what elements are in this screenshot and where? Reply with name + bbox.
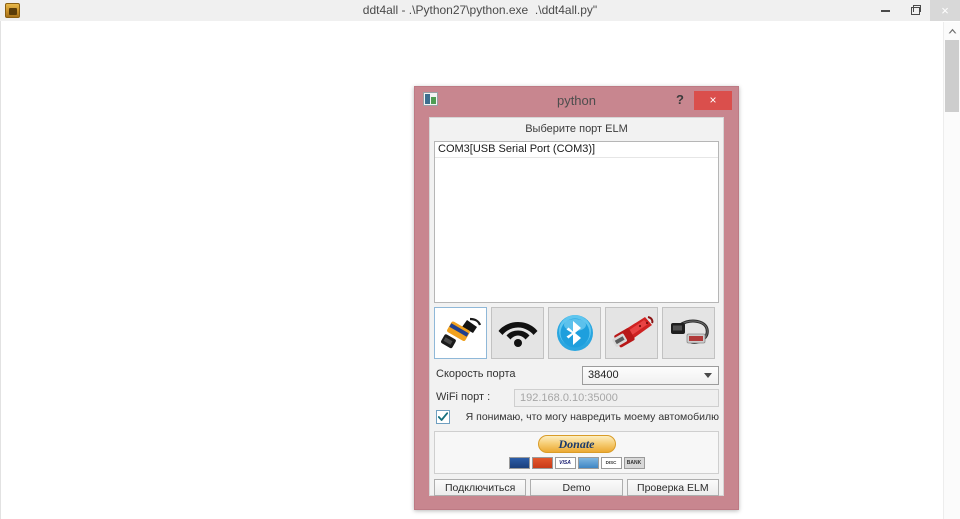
connect-button[interactable]: Подключиться [434, 479, 527, 496]
amex-badge [577, 457, 599, 469]
scroll-up-button[interactable] [944, 22, 960, 39]
check-elm-button[interactable]: Проверка ELM [626, 479, 719, 496]
agreement-row: Я понимаю, что могу навредить моему авто… [434, 410, 719, 428]
help-button[interactable]: ? [669, 89, 691, 111]
select-port-label: Выберите порт ELM [525, 123, 628, 135]
restore-icon [910, 4, 921, 15]
wifi-port-label: WiFi порт : [436, 391, 491, 403]
port-speed-value: 38400 [588, 369, 619, 381]
maestro-badge [531, 457, 553, 469]
mastercard-badge [508, 457, 530, 469]
gray-cable-icon [670, 319, 709, 344]
donate-panel: Donate VISA DISC BANK [434, 431, 719, 474]
python-dialog: python ? × Выберите порт ELM COM3[USB Se… [414, 86, 739, 510]
adapter-gray-cable-button[interactable] [662, 307, 715, 359]
adapter-red-cable-button[interactable] [605, 307, 658, 359]
dialog-body: Выберите порт ELM COM3[USB Serial Port (… [429, 117, 724, 496]
port-speed-select[interactable]: 38400 [582, 366, 719, 385]
adapter-wifi-button[interactable] [491, 307, 544, 359]
discover-badge: DISC [600, 457, 622, 469]
agreement-label: Я понимаю, что могу навредить моему авто… [465, 411, 719, 423]
dialog-button-row: Подключиться Demo Проверка ELM [434, 479, 719, 496]
restore-button[interactable] [900, 0, 930, 21]
donate-button[interactable]: Donate [537, 435, 616, 453]
main-window-title: ddt4all - .\Python27\python.exe .\ddt4al… [362, 3, 598, 17]
wifi-port-input[interactable]: 192.168.0.10:35000 [514, 389, 719, 407]
red-elm-cable-icon [611, 316, 653, 348]
usb-elm-adapter-icon [440, 317, 481, 349]
dialog-titlebar: python ? × [415, 87, 738, 113]
demo-button[interactable]: Demo [530, 479, 623, 496]
elm-port-list[interactable]: COM3[USB Serial Port (COM3)] [434, 141, 719, 303]
port-speed-label: Скорость порта [436, 368, 516, 380]
wifi-icon [498, 322, 537, 347]
adapter-bluetooth-button[interactable] [548, 307, 601, 359]
main-window-titlebar: ddt4all - .\Python27\python.exe .\ddt4al… [0, 0, 960, 22]
chevron-up-icon [948, 28, 956, 33]
bluetooth-icon [556, 315, 593, 351]
wifi-port-row: WiFi порт : 192.168.0.10:35000 [434, 389, 719, 407]
scrollbar-thumb[interactable] [945, 40, 959, 112]
payment-methods-row: VISA DISC BANK [508, 457, 645, 469]
visa-badge: VISA [554, 457, 576, 469]
list-item[interactable]: COM3[USB Serial Port (COM3)] [435, 142, 718, 158]
minimize-button[interactable] [870, 0, 900, 21]
screen: ddt4all - .\Python27\python.exe .\ddt4al… [0, 0, 960, 519]
check-icon [438, 412, 448, 421]
chevron-down-icon [704, 373, 712, 378]
adapter-usb-elm-button[interactable] [434, 307, 487, 359]
vertical-scrollbar[interactable] [943, 22, 960, 519]
minimize-icon [880, 9, 890, 12]
main-close-button[interactable]: × [930, 0, 960, 21]
bank-badge: BANK [623, 457, 645, 469]
agreement-checkbox[interactable] [436, 410, 450, 424]
adapter-type-row [434, 307, 719, 361]
window-controls: × [870, 0, 960, 21]
port-speed-row: Скорость порта 38400 [434, 366, 719, 385]
dialog-close-button[interactable]: × [694, 91, 732, 110]
